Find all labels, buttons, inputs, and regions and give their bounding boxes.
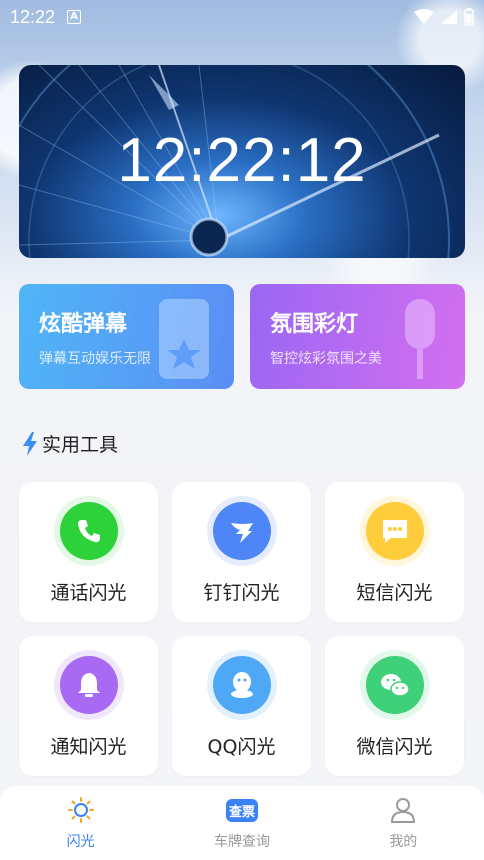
- tool-label: 微信闪光: [356, 736, 433, 758]
- promo-subtitle: 智控炫彩氛围之美: [270, 351, 382, 367]
- plate-query-badge: 查票: [225, 798, 258, 822]
- nav-item-plate-query[interactable]: 查票 车牌查询: [182, 795, 302, 851]
- section-title-text: 实用工具: [42, 434, 119, 456]
- promo-title: 炫酷弹幕: [39, 311, 128, 337]
- tool-label: 钉钉闪光: [203, 582, 280, 604]
- sun-icon: [66, 795, 96, 825]
- phone-icon: [54, 496, 124, 566]
- tool-wechat-flash[interactable]: 微信闪光: [325, 636, 464, 776]
- tool-label: 短信闪光: [356, 582, 433, 604]
- wechat-icon: [360, 650, 430, 720]
- nav-item-mine[interactable]: 我的: [343, 795, 463, 851]
- tool-call-flash[interactable]: 通话闪光: [19, 482, 158, 622]
- qq-icon: [207, 650, 277, 720]
- tool-label: QQ闪光: [207, 736, 276, 758]
- plate-query-icon: 查票: [223, 795, 261, 825]
- microphone-icon: [405, 299, 435, 379]
- message-icon: [360, 496, 430, 566]
- promo-subtitle: 弹幕互动娱乐无限: [39, 351, 151, 367]
- dingtalk-icon: [207, 496, 277, 566]
- section-title: 实用工具: [22, 430, 118, 457]
- wifi-icon: [414, 9, 434, 24]
- tool-notification-flash[interactable]: 通知闪光: [19, 636, 158, 776]
- danmu-card[interactable]: 炫酷弹幕 弹幕互动娱乐无限: [19, 284, 234, 389]
- status-bar: 12:22 A: [0, 0, 484, 34]
- user-icon: [388, 795, 418, 825]
- tool-label: 通话闪光: [50, 582, 127, 604]
- promo-title: 氛围彩灯: [270, 311, 359, 337]
- status-time: 12:22: [10, 6, 56, 27]
- lightning-icon: [23, 431, 37, 456]
- battery-icon: [464, 8, 474, 26]
- tool-label: 通知闪光: [50, 736, 127, 758]
- nav-item-flash[interactable]: 闪光: [21, 795, 141, 851]
- tool-sms-flash[interactable]: 短信闪光: [325, 482, 464, 622]
- phone-star-icon: [159, 299, 209, 379]
- tool-qq-flash[interactable]: QQ闪光: [172, 636, 311, 776]
- nav-label: 闪光: [66, 834, 95, 850]
- clock-card[interactable]: 12:22:12: [19, 65, 465, 258]
- status-icons: [414, 8, 474, 26]
- bottom-nav: 闪光 查票 车牌查询 我的: [0, 786, 484, 860]
- clock-time: 12:22:12: [117, 126, 367, 195]
- nav-label: 我的: [389, 834, 418, 850]
- a-icon: A: [67, 10, 82, 24]
- nav-label: 车牌查询: [213, 834, 270, 850]
- bell-icon: [54, 650, 124, 720]
- tool-dingtalk-flash[interactable]: 钉钉闪光: [172, 482, 311, 622]
- ambient-light-card[interactable]: 氛围彩灯 智控炫彩氛围之美: [250, 284, 465, 389]
- signal-icon: [441, 10, 457, 24]
